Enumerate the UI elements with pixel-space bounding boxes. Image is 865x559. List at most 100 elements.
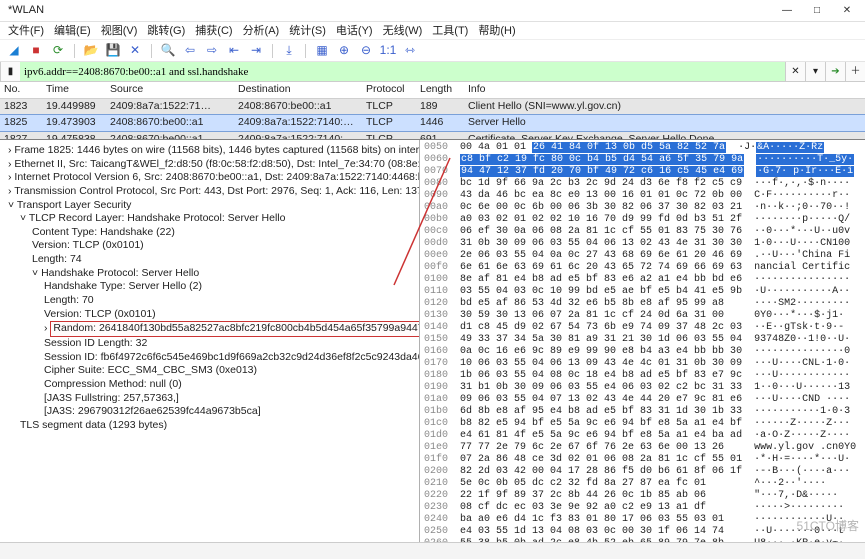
col-source[interactable]: Source — [106, 82, 234, 98]
filter-dropdown-icon[interactable]: ▾ — [805, 62, 825, 81]
hex-row[interactable]: 01d0 e4 61 81 4f e5 5a 9c e6 94 bf e8 5a… — [424, 430, 861, 442]
find-icon[interactable]: 🔍 — [160, 43, 176, 59]
tree-tcp[interactable]: › Transmission Control Protocol, Src Por… — [4, 185, 415, 199]
minimize-button[interactable]: — — [773, 2, 801, 20]
hex-row[interactable]: 00b0 a0 03 02 01 02 02 10 16 70 d9 99 fd… — [424, 214, 861, 226]
tree-version[interactable]: Version: TLCP (0x0101) — [4, 239, 415, 253]
tree-cipher[interactable]: Cipher Suite: ECC_SM4_CBC_SM3 (0xe013) — [4, 364, 415, 378]
packet-row[interactable]: 1827 19.475838 2408:8670:be00::a1 2409:8… — [0, 132, 865, 140]
tree-content-type[interactable]: Content Type: Handshake (22) — [4, 226, 415, 240]
hex-row[interactable]: 00e0 2e 06 03 55 04 0a 0c 27 43 68 69 6e… — [424, 250, 861, 262]
col-dest[interactable]: Destination — [234, 82, 362, 98]
menu-edit[interactable]: 编辑(E) — [54, 24, 91, 37]
tree-ja3s[interactable]: [JA3S: 296790312f26ae62539fc44a9673b5ca] — [4, 405, 415, 419]
tree-sid-len[interactable]: Session ID Length: 32 — [4, 337, 415, 351]
packet-details-tree[interactable]: › Frame 1825: 1446 bytes on wire (11568 … — [0, 140, 420, 542]
packet-row-selected[interactable]: 1825 19.473903 2408:8670:be00::a1 2409:8… — [0, 114, 865, 132]
hex-row[interactable]: 0230 08 cf dc ec 03 3e 9e 92 a0 c2 e9 13… — [424, 502, 861, 514]
tree-segment[interactable]: TLS segment data (1293 bytes) — [4, 419, 415, 433]
tree-hs-version[interactable]: Version: TLCP (0x0101) — [4, 308, 415, 322]
tree-record[interactable]: ˅ TLCP Record Layer: Handshake Protocol:… — [4, 212, 415, 226]
filter-apply-icon[interactable]: ➔ — [825, 62, 845, 81]
hex-row[interactable]: 0220 22 1f 9f 89 37 2c 8b 44 26 0c 1b 85… — [424, 490, 861, 502]
menu-analyze[interactable]: 分析(A) — [243, 24, 280, 37]
zoom-out-icon[interactable]: ⊖ — [358, 43, 374, 59]
save-file-icon[interactable]: 💾 — [105, 43, 121, 59]
tree-sid[interactable]: Session ID: fb6f4972c6f6c545e469bc1d9f66… — [4, 351, 415, 365]
go-last-icon[interactable]: ⇥ — [248, 43, 264, 59]
hex-row[interactable]: 0240 ba a0 e6 d4 1c f3 83 01 80 17 06 03… — [424, 514, 861, 526]
tree-handshake[interactable]: ˅ Handshake Protocol: Server Hello — [4, 267, 415, 281]
hex-row[interactable]: 01a0 09 06 03 55 04 07 13 02 43 4e 44 20… — [424, 394, 861, 406]
col-time[interactable]: Time — [42, 82, 106, 98]
col-proto[interactable]: Protocol — [362, 82, 416, 98]
hex-row[interactable]: 0110 03 55 04 03 0c 10 99 bd e5 ae bf e5… — [424, 286, 861, 298]
zoom-in-icon[interactable]: ⊕ — [336, 43, 352, 59]
filter-plus-icon[interactable]: ＋ — [845, 62, 865, 81]
autoscroll-icon[interactable]: ⤓ — [281, 43, 297, 59]
col-info[interactable]: Info — [464, 82, 865, 98]
filter-clear-icon[interactable]: ✕ — [785, 62, 805, 81]
stop-capture-icon[interactable]: ■ — [28, 43, 44, 59]
hex-row[interactable]: 0160 0a 0c 16 e6 9c 89 e9 99 90 e8 b4 a3… — [424, 346, 861, 358]
hex-row[interactable]: 01b0 6d 8b e8 af 95 e4 b8 ad e5 bf 83 31… — [424, 406, 861, 418]
menu-capture[interactable]: 捕获(C) — [195, 24, 232, 37]
hex-row[interactable]: 0210 5e 0c 0b 05 dc c2 32 fd 8a 27 87 ea… — [424, 478, 861, 490]
tree-hs-length[interactable]: Length: 70 — [4, 294, 415, 308]
hex-row[interactable]: 0150 49 33 37 34 5a 30 81 a9 31 21 30 1d… — [424, 334, 861, 346]
zoom-reset-icon[interactable]: 1:1 — [380, 43, 396, 59]
menu-go[interactable]: 跳转(G) — [147, 24, 185, 37]
hex-row[interactable]: 0140 d1 c8 45 d9 02 67 54 73 6b e9 74 09… — [424, 322, 861, 334]
menu-file[interactable]: 文件(F) — [8, 24, 44, 37]
col-no[interactable]: No. — [0, 82, 42, 98]
tree-ethernet[interactable]: › Ethernet II, Src: TaicangT&WEl_f2:d8:5… — [4, 158, 415, 172]
menu-telephony[interactable]: 电话(Y) — [336, 24, 373, 37]
hex-row[interactable]: 0050 00 4a 01 01 26 41 84 0f 13 0b d5 5a… — [424, 142, 861, 154]
menu-wireless[interactable]: 无线(W) — [383, 24, 423, 37]
menu-tools[interactable]: 工具(T) — [432, 24, 468, 37]
menu-view[interactable]: 视图(V) — [101, 24, 138, 37]
tree-tls[interactable]: ˅ Transport Layer Security — [4, 199, 415, 213]
open-file-icon[interactable]: 📂 — [83, 43, 99, 59]
tree-random-selected[interactable]: › Random: 2641840f130bd55a82527ac8bfc219… — [4, 321, 415, 337]
go-prev-icon[interactable]: ⇦ — [182, 43, 198, 59]
packet-bytes-hex[interactable]: 0050 00 4a 01 01 26 41 84 0f 13 0b d5 5a… — [420, 140, 865, 542]
menu-stats[interactable]: 统计(S) — [289, 24, 326, 37]
filter-bookmark-icon[interactable]: ▮ — [0, 62, 20, 81]
menu-help[interactable]: 帮助(H) — [478, 24, 515, 37]
hex-row[interactable]: 0200 82 2d 03 42 00 04 17 28 86 f5 d0 b6… — [424, 466, 861, 478]
maximize-button[interactable]: □ — [803, 2, 831, 20]
restart-capture-icon[interactable]: ⟳ — [50, 43, 66, 59]
hex-row[interactable]: 00c0 06 ef 30 0a 06 08 2a 81 1c cf 55 01… — [424, 226, 861, 238]
hex-row[interactable]: 01e0 77 77 2e 79 6c 2e 67 6f 76 2e 63 6e… — [424, 442, 861, 454]
go-first-icon[interactable]: ⇤ — [226, 43, 242, 59]
hex-row[interactable]: 0130 30 59 30 13 06 07 2a 81 1c cf 24 0d… — [424, 310, 861, 322]
hex-row[interactable]: 0090 43 da 46 bc ea 8c e0 13 00 16 01 01… — [424, 190, 861, 202]
colorize-icon[interactable]: ▦ — [314, 43, 330, 59]
hex-row[interactable]: 0080 bc 1d 9f 66 9a 2c b3 2c 9d 24 d3 6e… — [424, 178, 861, 190]
start-capture-icon[interactable]: ◢ — [6, 43, 22, 59]
packet-list[interactable]: No. Time Source Destination Protocol Len… — [0, 82, 865, 140]
hex-row[interactable]: 01c0 b8 82 e5 94 bf e5 5a 9c e6 94 bf e8… — [424, 418, 861, 430]
packet-row[interactable]: 1823 19.449989 2409:8a7a:1522:71… 2408:8… — [0, 99, 865, 115]
display-filter-input[interactable] — [20, 62, 785, 81]
hex-row[interactable]: 00d0 31 0b 30 09 06 03 55 04 06 13 02 43… — [424, 238, 861, 250]
hex-row[interactable]: 0070 94 47 12 37 fd 20 70 bf 49 72 c6 16… — [424, 166, 861, 178]
hex-row[interactable]: 00f0 6e 61 6e 63 69 61 6c 20 43 65 72 74… — [424, 262, 861, 274]
go-next-icon[interactable]: ⇨ — [204, 43, 220, 59]
tree-comp[interactable]: Compression Method: null (0) — [4, 378, 415, 392]
hex-row[interactable]: 0120 bd e5 af 86 53 4d 32 e6 b5 8b e8 af… — [424, 298, 861, 310]
hex-row[interactable]: 0250 e4 03 55 1d 13 04 08 03 0c 00 30 1f… — [424, 526, 861, 538]
tree-hs-type[interactable]: Handshake Type: Server Hello (2) — [4, 280, 415, 294]
hex-row[interactable]: 0180 1b 06 03 55 04 08 0c 18 e4 b8 ad e5… — [424, 370, 861, 382]
col-len[interactable]: Length — [416, 82, 464, 98]
tree-ipv6[interactable]: › Internet Protocol Version 6, Src: 2408… — [4, 171, 415, 185]
hex-row[interactable]: 0170 10 06 03 55 04 06 13 09 43 4e 4c 01… — [424, 358, 861, 370]
close-file-icon[interactable]: ✕ — [127, 43, 143, 59]
hex-row[interactable]: 00a0 0c 6e 00 0c 6b 00 06 3b 30 82 06 37… — [424, 202, 861, 214]
resize-cols-icon[interactable]: ⇿ — [402, 43, 418, 59]
hex-row[interactable]: 0060 c8 bf c2 19 fc 80 0c b4 b5 d4 54 a6… — [424, 154, 861, 166]
tree-ja3s-full[interactable]: [JA3S Fullstring: 257,57363,] — [4, 392, 415, 406]
close-button[interactable]: ✕ — [833, 2, 861, 20]
tree-length[interactable]: Length: 74 — [4, 253, 415, 267]
